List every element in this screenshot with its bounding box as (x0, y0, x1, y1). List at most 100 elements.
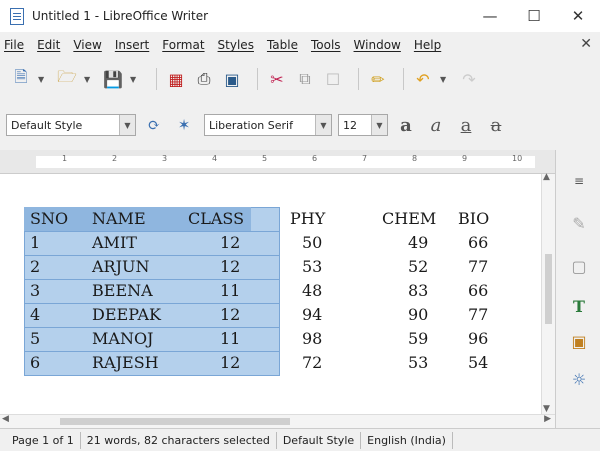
table-cell[interactable]: 52 (408, 257, 428, 276)
table-header-cell[interactable]: PHY (290, 209, 325, 228)
table-cell[interactable]: 2 (30, 257, 40, 276)
table-cell[interactable]: 11 (220, 329, 240, 348)
table-cell[interactable]: 50 (302, 233, 322, 252)
close-button[interactable]: ✕ (556, 0, 600, 32)
table-cell[interactable]: DEEPAK (92, 305, 161, 324)
paste-icon[interactable]: ☐ (322, 68, 344, 90)
table-cell[interactable]: 49 (408, 233, 428, 252)
font-name-select[interactable]: Liberation Serif ▼ (204, 114, 332, 136)
gallery-icon[interactable]: ▣ (568, 330, 590, 352)
table-cell[interactable]: 77 (468, 305, 488, 324)
table-cell[interactable]: 59 (408, 329, 428, 348)
scroll-left-icon[interactable]: ◀ (2, 414, 9, 424)
table-cell[interactable]: 12 (220, 233, 240, 252)
page-icon[interactable]: ▢ (568, 255, 590, 277)
table-header-cell[interactable]: NAME (92, 209, 146, 228)
menu-file[interactable]: File (4, 38, 24, 52)
menu-table[interactable]: Table (267, 38, 298, 52)
update-style-icon[interactable]: ⟳ (142, 113, 166, 137)
table-cell[interactable]: MANOJ (92, 329, 153, 348)
table-header-cell[interactable]: SNO (30, 209, 68, 228)
menu-styles[interactable]: Styles (218, 38, 254, 52)
scroll-up-icon[interactable]: ▲ (543, 172, 550, 182)
text-language[interactable]: English (India) (361, 431, 453, 449)
chevron-down-icon[interactable]: ▼ (371, 115, 387, 135)
scroll-down-icon[interactable]: ▼ (543, 404, 550, 414)
maximize-button[interactable]: ☐ (512, 0, 556, 32)
table-cell[interactable]: 53 (302, 257, 322, 276)
word-count[interactable]: 21 words, 82 characters selected (81, 431, 277, 449)
table-cell[interactable]: AMIT (92, 233, 137, 252)
table-cell[interactable]: BEENA (92, 281, 153, 300)
styles-icon[interactable]: T (568, 295, 590, 317)
undo-dropdown-icon[interactable]: ▼ (440, 75, 450, 84)
navigator-icon[interactable]: ☼ (568, 368, 590, 390)
table-cell[interactable]: 12 (220, 305, 240, 324)
export-pdf-icon[interactable]: ▦ (165, 68, 187, 90)
table-header-cell[interactable]: CLASS (188, 209, 244, 228)
table-cell[interactable]: 1 (30, 233, 40, 252)
properties-icon[interactable]: ✎ (568, 212, 590, 234)
sidebar-menu-icon[interactable]: ≡ (568, 170, 590, 192)
scroll-right-icon[interactable]: ▶ (544, 414, 551, 424)
document-page[interactable]: SNO NAME CLASS PHY CHEM BIO 1 AMIT 12 50 49 66 2 ARJU… (0, 174, 555, 414)
page-count[interactable]: Page 1 of 1 (6, 431, 81, 449)
table-cell[interactable]: 54 (468, 353, 488, 372)
table-cell[interactable]: 66 (468, 233, 488, 252)
menu-window[interactable]: Window (354, 38, 401, 52)
bold-icon[interactable]: a (394, 113, 418, 137)
close-document-icon[interactable]: ✕ (580, 36, 592, 52)
table-cell[interactable]: 5 (30, 329, 40, 348)
table-cell[interactable]: 12 (220, 257, 240, 276)
horizontal-ruler[interactable]: 1 2 3 4 5 6 7 8 9 10 (0, 150, 555, 174)
vertical-scroll-thumb[interactable] (545, 254, 552, 324)
menu-help[interactable]: Help (414, 38, 441, 52)
minimize-button[interactable]: — (468, 0, 512, 32)
menu-tools[interactable]: Tools (311, 38, 341, 52)
table-cell[interactable]: RAJESH (92, 353, 159, 372)
table-cell[interactable]: 6 (30, 353, 40, 372)
table-header-cell[interactable]: BIO (458, 209, 489, 228)
chevron-down-icon[interactable]: ▼ (119, 115, 135, 135)
menu-edit[interactable]: Edit (37, 38, 60, 52)
horizontal-scroll-thumb[interactable] (60, 418, 290, 425)
table-cell[interactable]: ARJUN (92, 257, 150, 276)
horizontal-scrollbar[interactable]: ◀ ▶ (0, 414, 555, 428)
print-icon[interactable]: ⎙ (193, 68, 215, 90)
table-cell[interactable]: 72 (302, 353, 322, 372)
strikethrough-icon[interactable]: a (484, 113, 508, 137)
menu-format[interactable]: Format (162, 38, 204, 52)
chevron-down-icon[interactable]: ▼ (315, 115, 331, 135)
menu-insert[interactable]: Insert (115, 38, 149, 52)
table-cell[interactable]: 66 (468, 281, 488, 300)
table-header-cell[interactable]: CHEM (382, 209, 436, 228)
table-cell[interactable]: 3 (30, 281, 40, 300)
table-cell[interactable]: 48 (302, 281, 322, 300)
copy-icon[interactable]: ⧉ (294, 68, 316, 90)
new-style-icon[interactable]: ✶ (172, 113, 196, 137)
new-document-icon[interactable]: 🗎 (10, 67, 32, 90)
font-size-select[interactable]: 12 ▼ (338, 114, 388, 136)
open-folder-icon[interactable]: 🗁 (56, 67, 78, 90)
table-cell[interactable]: 90 (408, 305, 428, 324)
vertical-scrollbar[interactable]: ▲ ▼ (541, 172, 555, 414)
undo-icon[interactable]: ↶ (412, 68, 434, 90)
table-cell[interactable]: 94 (302, 305, 322, 324)
print-preview-icon[interactable]: ▣ (221, 68, 243, 90)
cut-icon[interactable]: ✂ (266, 68, 288, 90)
open-dropdown-icon[interactable]: ▼ (84, 75, 94, 84)
save-icon[interactable]: 💾 (102, 68, 124, 90)
table-cell[interactable]: 98 (302, 329, 322, 348)
table-cell[interactable]: 4 (30, 305, 40, 324)
table-cell[interactable]: 96 (468, 329, 488, 348)
table-cell[interactable]: 53 (408, 353, 428, 372)
page-style[interactable]: Default Style (277, 431, 362, 449)
italic-icon[interactable]: a (424, 113, 448, 137)
table-cell[interactable]: 11 (220, 281, 240, 300)
clone-formatting-icon[interactable]: ✏ (367, 68, 389, 90)
table-cell[interactable]: 12 (220, 353, 240, 372)
table-cell[interactable]: 77 (468, 257, 488, 276)
redo-icon[interactable]: ↷ (458, 68, 480, 90)
underline-icon[interactable]: a (454, 113, 478, 137)
new-dropdown-icon[interactable]: ▼ (38, 75, 48, 84)
